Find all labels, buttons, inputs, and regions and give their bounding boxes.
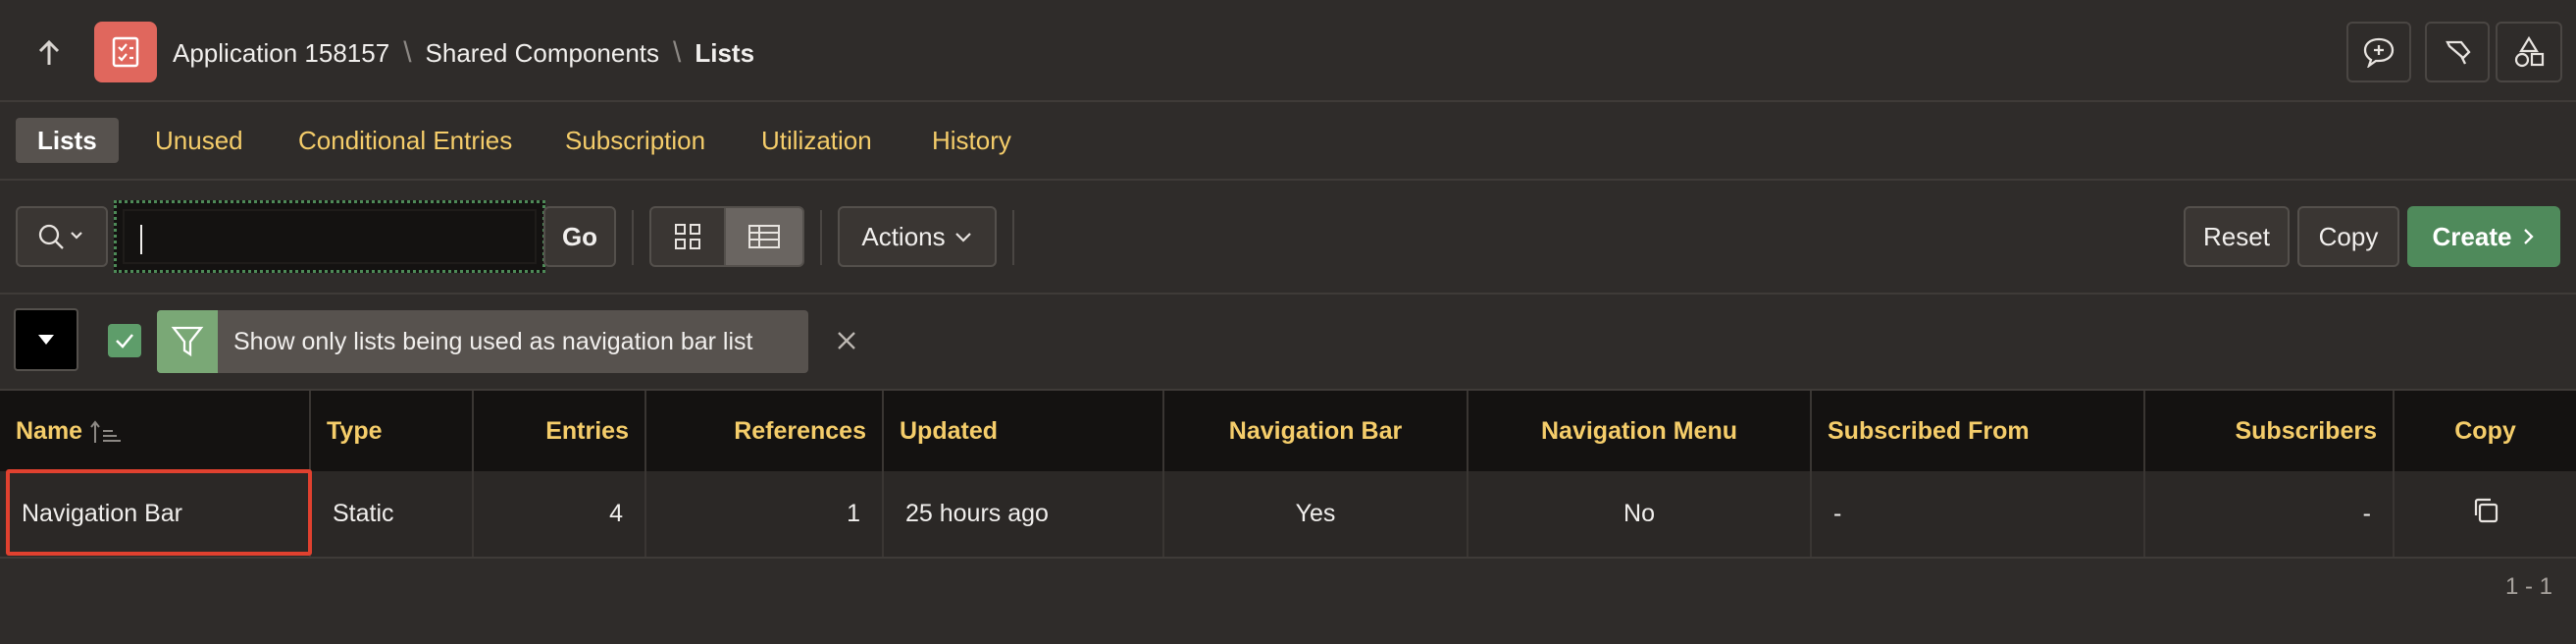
breadcrumb: Application 158157 \ Shared Components \… — [173, 33, 754, 73]
copy-button[interactable]: Copy — [2297, 206, 2399, 267]
search-input[interactable] — [114, 200, 545, 273]
column-header-updated[interactable]: Updated — [883, 391, 1164, 471]
text-caret — [140, 225, 142, 254]
column-header-navigation-menu[interactable]: Navigation Menu — [1468, 391, 1812, 471]
lists-report-table: Name Type Entries References Updated Nav… — [0, 391, 2576, 559]
column-header-copy[interactable]: Copy — [2394, 391, 2576, 471]
filter-enable-checkbox[interactable] — [108, 324, 141, 357]
cell-subscribed-from: - — [1811, 471, 2145, 559]
pagination-info: 1 - 1 — [2504, 573, 2552, 600]
column-header-name[interactable]: Name — [0, 391, 311, 471]
breadcrumb-application[interactable]: Application 158157 — [173, 38, 389, 69]
breadcrumb-separator: \ — [403, 36, 412, 69]
column-header-subscribers[interactable]: Subscribers — [2144, 391, 2395, 471]
breadcrumb-separator: \ — [673, 36, 682, 69]
table-row: Navigation Bar Static 4 1 25 hours ago Y… — [0, 471, 2576, 559]
tab-history[interactable]: History — [910, 118, 1033, 163]
column-header-name-label: Name — [16, 416, 83, 445]
triangle-down-icon — [38, 335, 54, 345]
top-bar: Application 158157 \ Shared Components \… — [0, 0, 2576, 102]
actions-label: Actions — [861, 221, 946, 251]
copy-row-cell — [2394, 471, 2576, 559]
shapes-icon[interactable] — [2496, 22, 2562, 82]
cell-references-link[interactable]: 1 — [645, 471, 884, 559]
grid-icon — [675, 224, 700, 249]
divider — [1012, 210, 1014, 265]
tab-bar: Lists Unused Conditional Entries Subscri… — [0, 102, 2576, 181]
filter-chip[interactable]: Show only lists being used as navigation… — [157, 310, 808, 373]
brush-icon[interactable] — [2425, 22, 2490, 82]
checkmark-icon — [116, 334, 133, 349]
sort-ascending-icon — [90, 420, 122, 443]
tab-conditional-entries[interactable]: Conditional Entries — [277, 118, 534, 163]
cell-entries: 4 — [473, 471, 646, 559]
funnel-icon — [157, 310, 218, 373]
tab-subscription[interactable]: Subscription — [543, 118, 727, 163]
collapse-filters-button[interactable] — [14, 308, 78, 371]
column-header-navigation-bar[interactable]: Navigation Bar — [1163, 391, 1468, 471]
cell-type: Static — [310, 471, 474, 559]
report-view-button[interactable] — [724, 206, 804, 267]
tab-lists[interactable]: Lists — [16, 118, 119, 163]
search-column-selector[interactable] — [16, 206, 108, 267]
cell-updated: 25 hours ago — [883, 471, 1164, 559]
column-header-subscribed-from[interactable]: Subscribed From — [1811, 391, 2145, 471]
app-checklist-icon[interactable] — [94, 22, 157, 82]
reset-button[interactable]: Reset — [2184, 206, 2290, 267]
cell-subscribers: - — [2144, 471, 2395, 559]
cell-navigation-menu: No — [1468, 471, 1812, 559]
breadcrumb-shared-components[interactable]: Shared Components — [426, 38, 659, 69]
table-icon — [748, 225, 780, 248]
remove-filter-close-icon[interactable] — [832, 324, 861, 357]
column-header-type[interactable]: Type — [310, 391, 474, 471]
filter-text: Show only lists being used as navigation… — [233, 327, 753, 355]
cell-navigation-bar: Yes — [1163, 471, 1468, 559]
icon-view-button[interactable] — [649, 206, 726, 267]
comment-plus-icon[interactable] — [2346, 22, 2411, 82]
create-label: Create — [2432, 221, 2512, 251]
copy-icon[interactable] — [2471, 496, 2500, 525]
up-arrow-icon[interactable] — [29, 33, 69, 73]
create-button[interactable]: Create — [2407, 206, 2560, 267]
divider — [632, 210, 634, 265]
column-header-entries[interactable]: Entries — [473, 391, 646, 471]
report-toolbar: Go Actions Reset Copy Create — [0, 181, 2576, 295]
list-name-link[interactable]: Navigation Bar — [0, 471, 311, 559]
chevron-down-icon — [954, 233, 971, 242]
actions-menu-button[interactable]: Actions — [838, 206, 997, 267]
divider — [820, 210, 822, 265]
chevron-right-icon — [2524, 229, 2535, 244]
column-header-references[interactable]: References — [645, 391, 884, 471]
breadcrumb-current: Lists — [695, 37, 755, 68]
table-header-row: Name Type Entries References Updated Nav… — [0, 391, 2576, 471]
tab-utilization[interactable]: Utilization — [740, 118, 894, 163]
go-button[interactable]: Go — [543, 206, 616, 267]
tab-unused[interactable]: Unused — [133, 118, 265, 163]
